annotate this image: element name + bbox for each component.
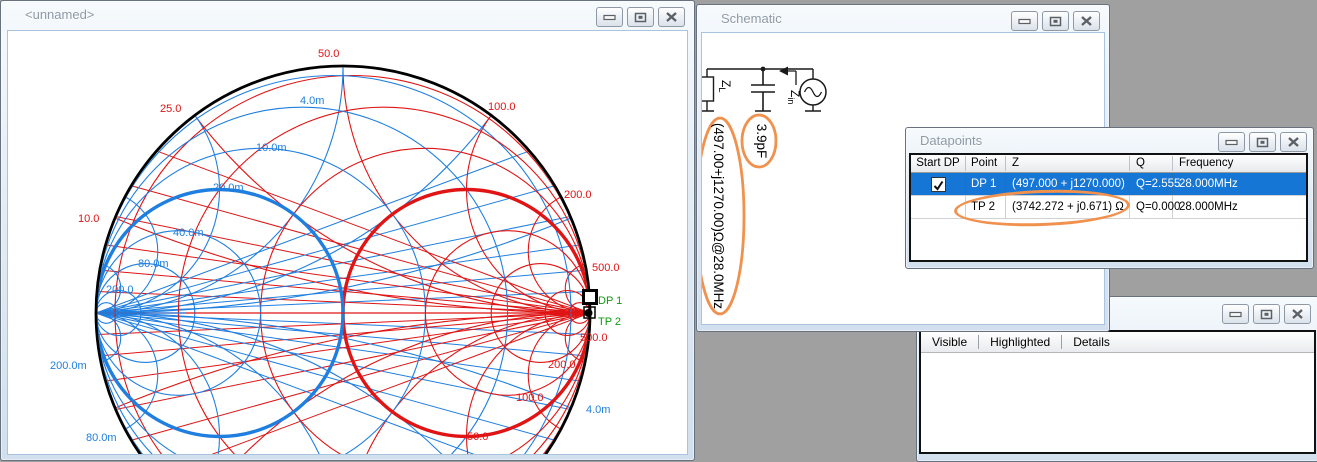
- point-cell: DP 1: [966, 173, 1006, 195]
- window-title: Schematic: [721, 11, 782, 26]
- cap-annotation[interactable]: 3.9pF: [754, 124, 769, 159]
- window-datapoints: Datapoints Start DP Point Z Q Frequency …: [905, 127, 1314, 269]
- zin-arrow: [788, 71, 796, 85]
- close-icon: [1287, 137, 1300, 147]
- maximize-button[interactable]: [1253, 304, 1280, 324]
- z-cell: (497.000 + j1270.000) Ω: [1006, 173, 1130, 195]
- maximize-icon: [1260, 309, 1273, 320]
- smith-label: 80.0m: [138, 258, 169, 270]
- marker-dp1[interactable]: [584, 291, 597, 304]
- details-list: Visible Highlighted Details: [919, 330, 1316, 454]
- close-icon: [1291, 309, 1304, 319]
- junction-dot: [761, 67, 766, 72]
- minimize-icon: [603, 12, 616, 22]
- smith-label: 200.0: [564, 189, 592, 201]
- titlebar-unnamed[interactable]: <unnamed>: [1, 1, 694, 27]
- close-button[interactable]: [1284, 304, 1311, 324]
- smith-label: 100.0: [516, 392, 544, 404]
- window-title: Datapoints: [920, 133, 982, 148]
- titlebar-schematic[interactable]: Schematic: [697, 5, 1109, 31]
- minimize-icon: [1018, 16, 1031, 26]
- maximize-icon: [634, 12, 647, 23]
- maximize-button[interactable]: [627, 7, 654, 27]
- smith-label: 200.0m: [50, 360, 87, 372]
- load-label: ZL: [717, 80, 733, 92]
- point-cell: TP 2: [966, 196, 1006, 218]
- column-header-start-dp: Start DP: [911, 156, 966, 171]
- table-row-dp1[interactable]: DP 1 (497.000 + j1270.000) Ω Q=2.555 28.…: [911, 173, 1306, 196]
- frequency-cell: 28.000MHz: [1173, 196, 1306, 218]
- smith-label: 20.0m: [213, 182, 244, 194]
- q-cell: Q=0.000: [1130, 196, 1173, 218]
- minimize-button[interactable]: [1222, 304, 1249, 324]
- restore-icon: [1256, 137, 1269, 148]
- column-header-q: Q: [1130, 156, 1173, 171]
- smith-chart[interactable]: 50.0 25.0 10.0 100.0 200.0 500.0 500.0 200.0 100…: [8, 31, 687, 454]
- close-icon: [1080, 16, 1093, 26]
- window-unnamed: <unnamed> 50.0 25.0 10.0 100.0 200.0 500.0 500…: [0, 0, 695, 461]
- marker-tp2[interactable]: [585, 309, 593, 317]
- zin-arrowhead-icon: [779, 67, 788, 76]
- smith-label: 40.0m: [173, 227, 204, 239]
- frequency-cell: 28.000MHz: [1173, 173, 1306, 195]
- maximize-button[interactable]: [1042, 11, 1069, 31]
- zin-label: Zin: [786, 90, 802, 104]
- minimize-button[interactable]: [1218, 132, 1245, 152]
- column-header-details: Details: [1062, 335, 1121, 349]
- minimize-icon: [1229, 309, 1242, 319]
- smith-label: 4.0m: [300, 95, 324, 107]
- smith-label: 50.0: [318, 48, 339, 60]
- smith-label: 50.0: [467, 431, 488, 443]
- smith-label: 500.0: [580, 332, 608, 344]
- close-button[interactable]: [1280, 132, 1307, 152]
- q-cell: Q=2.555: [1130, 173, 1173, 195]
- minimize-button[interactable]: [596, 7, 623, 27]
- minimize-button[interactable]: [1011, 11, 1038, 31]
- smith-label: DP 1: [598, 295, 622, 307]
- check-icon: [932, 179, 945, 192]
- table-row-tp2[interactable]: TP 2 (3742.272 + j0.671) Ω Q=0.000 28.00…: [911, 196, 1306, 219]
- datapoints-table: Start DP Point Z Q Frequency DP 1 (497.0…: [909, 153, 1308, 262]
- maximize-icon: [1049, 16, 1062, 27]
- datapoints-header-row: Start DP Point Z Q Frequency: [911, 155, 1306, 173]
- close-button[interactable]: [658, 7, 685, 27]
- titlebar-datapoints[interactable]: Datapoints: [906, 128, 1313, 152]
- column-header-visible: Visible: [921, 335, 978, 349]
- smith-label: 200.0: [548, 359, 576, 371]
- start-dp-checkbox[interactable]: [931, 177, 946, 192]
- start-dp-empty-cell[interactable]: [911, 196, 966, 218]
- restore-button[interactable]: [1249, 132, 1276, 152]
- smith-chart-area: 50.0 25.0 10.0 100.0 200.0 500.0 500.0 200.0 100…: [7, 30, 688, 455]
- column-header-point: Point: [966, 156, 1006, 171]
- z-cell: (3742.272 + j0.671) Ω: [1006, 196, 1130, 218]
- column-header-frequency: Frequency: [1173, 156, 1306, 171]
- close-button[interactable]: [1073, 11, 1100, 31]
- smith-label: 100.0: [488, 101, 516, 113]
- column-header-highlighted: Highlighted: [979, 335, 1061, 349]
- smith-label: 80.0m: [86, 432, 117, 444]
- smith-label: 25.0: [160, 103, 181, 115]
- smith-label: TP 2: [598, 316, 621, 328]
- impedance-annotation: (497.00+j1270.00)Ω@28.0MHz: [711, 123, 726, 309]
- minimize-icon: [1225, 137, 1238, 147]
- capacitor-component[interactable]: [751, 69, 775, 111]
- window-title: <unnamed>: [25, 7, 94, 22]
- load-component[interactable]: [702, 77, 714, 101]
- column-header-z: Z: [1006, 156, 1130, 171]
- smith-label: 4.0m: [586, 404, 610, 416]
- close-icon: [665, 12, 678, 22]
- smith-label: 500.0: [592, 262, 620, 274]
- smith-label: 10.0: [78, 213, 99, 225]
- smith-label: 10.0m: [256, 142, 287, 154]
- smith-label: 200.0: [106, 284, 134, 296]
